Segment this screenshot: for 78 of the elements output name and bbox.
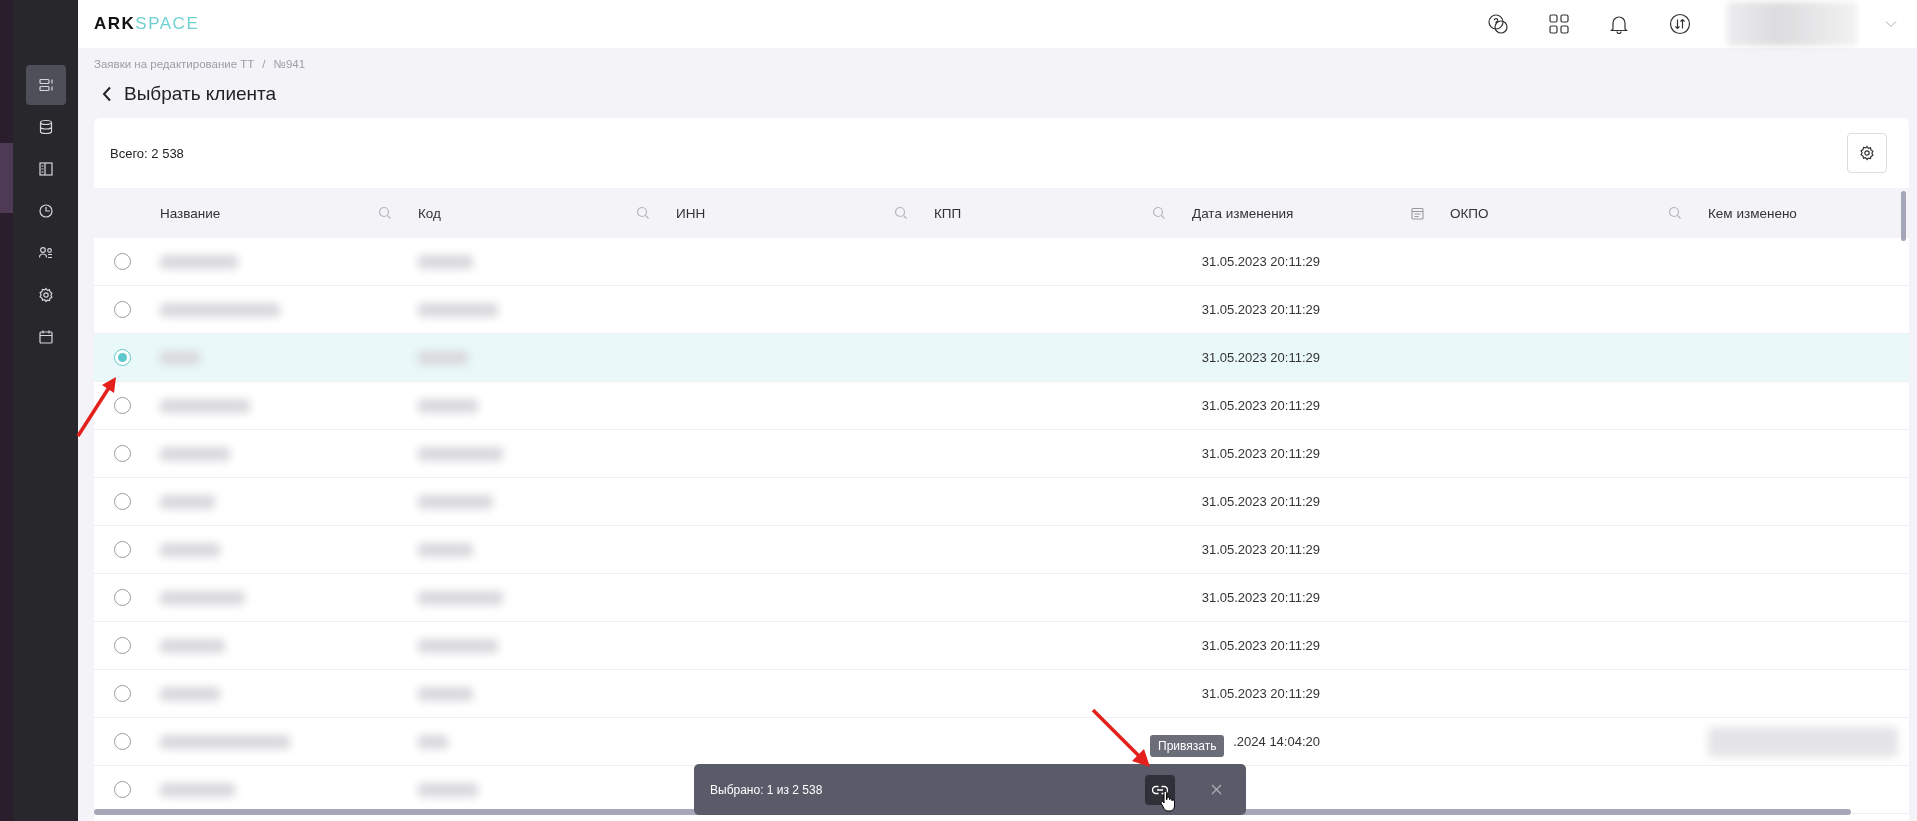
radio-button[interactable] bbox=[113, 781, 131, 798]
settings-icon bbox=[1859, 145, 1875, 161]
logo: ARKSPACE bbox=[94, 14, 200, 34]
blurred-text bbox=[418, 782, 478, 797]
column-header: Название bbox=[160, 205, 221, 221]
radio-button[interactable] bbox=[113, 589, 131, 606]
selection-count: Выбрано: 1 из 2 538 bbox=[710, 782, 824, 797]
table-cell: 31.05.2023 20:11:29 bbox=[1201, 494, 1320, 509]
hand-cursor-icon bbox=[1160, 790, 1176, 812]
table-cell: .2024 14:04:20 bbox=[1233, 734, 1320, 749]
blurred-text bbox=[160, 638, 225, 653]
blurred-text bbox=[418, 686, 473, 701]
blurred-text bbox=[160, 542, 220, 557]
radio-button[interactable] bbox=[113, 733, 131, 750]
blurred-text bbox=[160, 494, 215, 509]
blurred-text bbox=[160, 686, 220, 701]
table-cell: 31.05.2023 20:11:29 bbox=[1201, 398, 1320, 413]
scrollbar-thumb[interactable] bbox=[1901, 191, 1906, 241]
radio-button[interactable] bbox=[113, 541, 131, 558]
notification-bell-icon[interactable] bbox=[1609, 14, 1629, 34]
column-header: ОКПО bbox=[1450, 205, 1489, 221]
blurred-text bbox=[418, 542, 473, 557]
column-header: Код bbox=[418, 205, 441, 221]
clock-chart-icon bbox=[37, 203, 54, 219]
database-icon bbox=[37, 119, 54, 135]
table-cell: 31.05.2023 20:11:29 bbox=[1201, 638, 1320, 653]
breadcrumb-separator: / bbox=[262, 58, 266, 70]
total-count: Всего: 2 538 bbox=[110, 145, 184, 161]
chevron-down-icon[interactable] bbox=[1885, 20, 1897, 28]
blurred-text bbox=[418, 398, 478, 413]
search-icon[interactable] bbox=[1152, 206, 1166, 220]
table-cell: 31.05.2023 20:11:29 bbox=[1201, 542, 1320, 557]
table-cell: 31.05.2023 20:11:29 bbox=[1201, 254, 1320, 269]
apps-grid-icon[interactable] bbox=[1549, 14, 1569, 34]
sidebar-item[interactable] bbox=[25, 65, 66, 105]
search-icon[interactable] bbox=[636, 206, 650, 220]
list-icon bbox=[37, 77, 54, 93]
radio-button[interactable] bbox=[113, 685, 131, 702]
radio-button[interactable] bbox=[113, 301, 131, 318]
table-cell: 31.05.2023 20:11:29 bbox=[1201, 446, 1320, 461]
selected-row[interactable]: 31.05.2023 20:11:29 bbox=[94, 334, 1909, 382]
radio-button[interactable] bbox=[113, 493, 131, 510]
blurred-text bbox=[418, 254, 473, 269]
column-header: Кем изменено bbox=[1708, 205, 1797, 221]
radio-button[interactable] bbox=[113, 349, 131, 366]
blurred-text bbox=[418, 350, 468, 365]
settings-button[interactable] bbox=[1847, 133, 1887, 173]
radio-button[interactable] bbox=[113, 397, 131, 414]
calendar-icon bbox=[37, 329, 54, 345]
table-cell: 31.05.2023 20:11:29 bbox=[1201, 350, 1320, 365]
page-title: Выбрать клиента bbox=[124, 83, 277, 105]
table-cell: 31.05.2023 20:11:29 bbox=[1201, 686, 1320, 701]
tooltip: Привязать bbox=[1150, 735, 1225, 757]
link-icon bbox=[1152, 784, 1168, 795]
blurred-text bbox=[160, 350, 200, 365]
table-cell: 31.05.2023 20:11:29 bbox=[1201, 302, 1320, 317]
blurred-text bbox=[160, 446, 230, 461]
column-header: КПП bbox=[934, 205, 962, 221]
column-header: Дата изменения bbox=[1192, 205, 1294, 221]
blurred-text bbox=[418, 734, 448, 749]
calendar-icon[interactable] bbox=[1411, 206, 1424, 220]
search-icon[interactable] bbox=[1668, 206, 1682, 220]
radio-button[interactable] bbox=[113, 637, 131, 654]
swap-arrows-icon[interactable] bbox=[1669, 13, 1691, 35]
search-icon[interactable] bbox=[378, 206, 392, 220]
breadcrumb-link[interactable]: №941 bbox=[273, 58, 306, 70]
close-icon[interactable] bbox=[1211, 784, 1222, 795]
radio-button[interactable] bbox=[113, 445, 131, 462]
radio-button[interactable] bbox=[113, 253, 131, 270]
breadcrumb-link[interactable]: Заявки на редактирование ТТ bbox=[94, 58, 255, 70]
help-chat-icon[interactable] bbox=[1487, 13, 1509, 35]
search-icon[interactable] bbox=[894, 206, 908, 220]
annotation-arrow bbox=[1090, 707, 1152, 769]
table-cell: 31.05.2023 20:11:29 bbox=[1201, 590, 1320, 605]
layout-icon bbox=[37, 161, 54, 177]
users-icon bbox=[37, 245, 54, 261]
column-header: ИНН bbox=[676, 205, 706, 221]
settings-icon bbox=[37, 287, 54, 303]
